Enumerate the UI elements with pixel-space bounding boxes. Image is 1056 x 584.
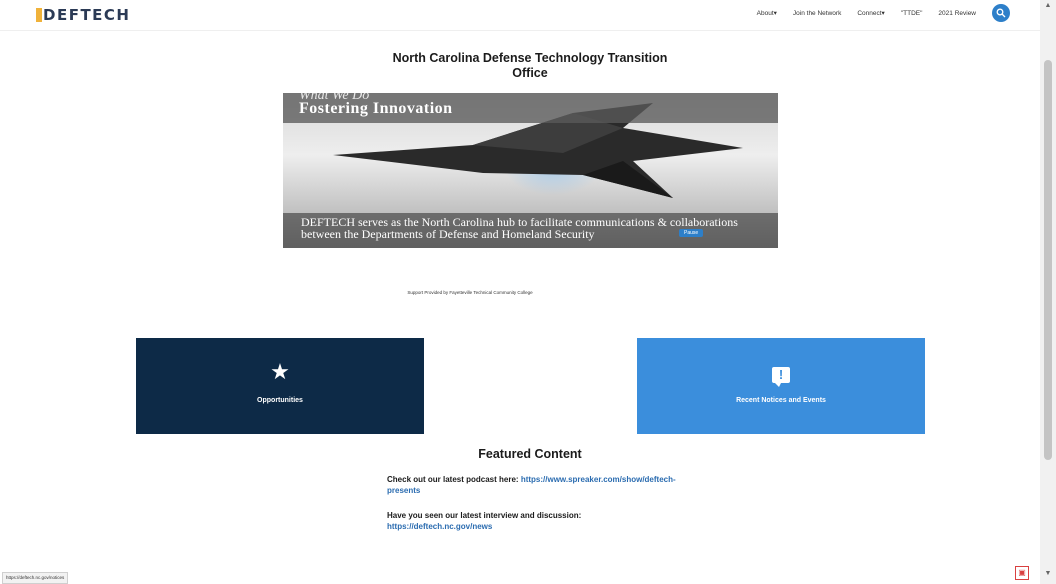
main-nav: About▾ Join the Network Connect▾ "TTDE" …	[757, 4, 1010, 22]
nav-item-2021-review[interactable]: 2021 Review	[938, 10, 976, 17]
star-icon: ★	[270, 359, 290, 384]
search-button[interactable]	[992, 4, 1010, 22]
deftech-logo[interactable]: DEFTECH	[36, 6, 131, 24]
featured-content-title: Featured Content	[478, 447, 582, 461]
news-link[interactable]: https://deftech.nc.gov/news	[387, 522, 492, 531]
search-icon	[996, 8, 1006, 18]
logo-mark-icon	[36, 8, 42, 22]
opportunities-label: Opportunities	[257, 397, 303, 404]
hero-carousel[interactable]: What We Do Fostering Innovation DEFTECH …	[283, 93, 778, 248]
featured-interview: Have you seen our latest interview and d…	[387, 511, 582, 531]
support-text: Support Provided by Fayetteville Technic…	[407, 290, 533, 295]
carousel-pause-button[interactable]: Pause	[679, 229, 704, 237]
site-header: DEFTECH About▾ Join the Network Connect▾…	[0, 0, 1040, 31]
hero-heading: Fostering Innovation	[299, 100, 453, 117]
nav-item-about[interactable]: About▾	[757, 9, 777, 17]
nav-item-ttde[interactable]: "TTDE"	[901, 10, 923, 17]
page-title: North Carolina Defense Technology Transi…	[392, 51, 668, 80]
opportunities-card[interactable]: ★ Opportunities	[136, 338, 424, 434]
vertical-scrollbar[interactable]: ▲ ▼	[1040, 0, 1056, 584]
status-bar-url: https://deftech.nc.gov/notices	[2, 572, 69, 584]
featured-podcast: Check out our latest podcast here: https…	[387, 475, 676, 495]
exclamation-speech-icon: !	[772, 367, 790, 387]
nav-item-connect[interactable]: Connect▾	[857, 9, 884, 17]
scroll-up-arrow-icon[interactable]: ▲	[1040, 2, 1056, 14]
nav-item-join-network[interactable]: Join the Network	[793, 10, 841, 17]
recent-notices-label: Recent Notices and Events	[736, 397, 826, 404]
scroll-thumb[interactable]	[1044, 60, 1052, 460]
recent-notices-card[interactable]: ! Recent Notices and Events	[637, 338, 925, 434]
feedback-widget-icon[interactable]: ▣	[1015, 566, 1029, 580]
scroll-down-arrow-icon[interactable]: ▼	[1040, 570, 1056, 582]
logo-text: DEFTECH	[43, 6, 131, 24]
